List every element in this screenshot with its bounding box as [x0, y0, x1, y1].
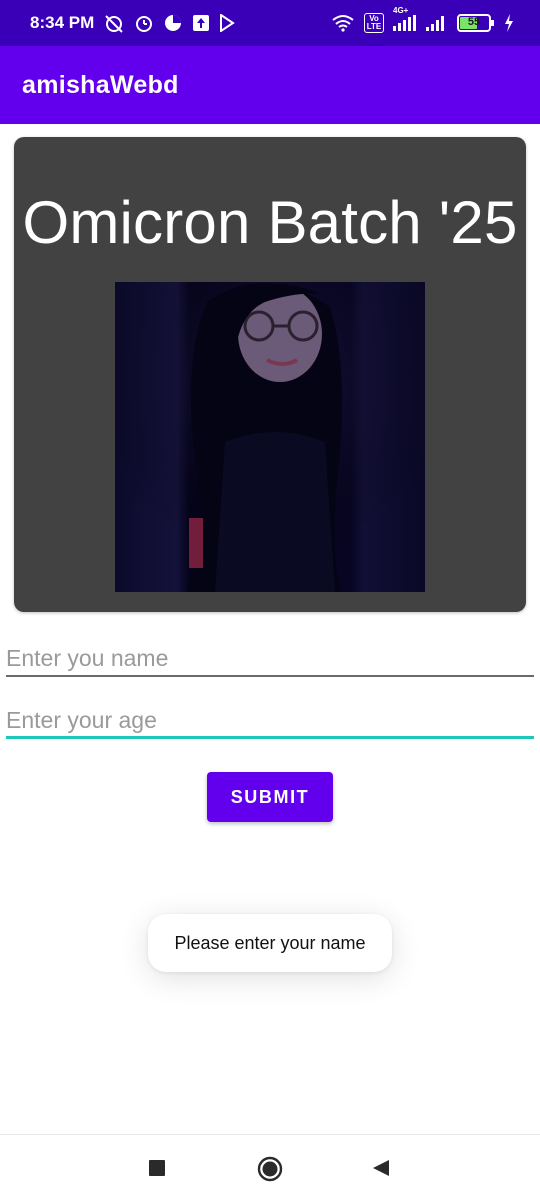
recents-square-icon[interactable] — [142, 1153, 172, 1183]
charging-icon — [504, 14, 514, 32]
status-bar: 8:34 PM Vo LTE 4G+ 55 — [0, 0, 540, 46]
battery-level: 55 — [467, 16, 481, 28]
play-store-icon — [219, 14, 236, 32]
volte-icon: Vo LTE — [364, 13, 384, 33]
alarm-clock-icon — [134, 13, 154, 33]
network-type-label: 4G+ — [393, 6, 409, 15]
app-bar: amishaWebd — [0, 46, 540, 124]
app-title: amishaWebd — [22, 70, 179, 99]
battery-icon: 55 — [457, 14, 495, 32]
status-left: 8:34 PM — [30, 13, 236, 33]
alarm-off-icon — [103, 13, 125, 33]
status-right: Vo LTE 4G+ 55 — [331, 6, 514, 33]
data-saver-icon — [163, 13, 183, 33]
signal-icon: 4G+ — [393, 6, 417, 31]
age-input-underline — [6, 736, 534, 739]
signal-icon — [426, 15, 448, 31]
submit-button[interactable]: SUBMIT — [207, 772, 333, 822]
card-title: Omicron Batch '25 — [22, 189, 518, 256]
profile-photo — [115, 282, 425, 592]
toast-message: Please enter your name — [148, 914, 392, 972]
name-input-underline — [6, 675, 534, 677]
status-time: 8:34 PM — [30, 13, 95, 32]
navigation-bar — [0, 1134, 540, 1200]
wifi-icon — [331, 14, 355, 32]
back-triangle-icon[interactable] — [366, 1153, 396, 1183]
toast-text: Please enter your name — [174, 932, 366, 953]
home-circle-icon[interactable] — [254, 1153, 286, 1185]
upload-icon — [192, 14, 210, 32]
